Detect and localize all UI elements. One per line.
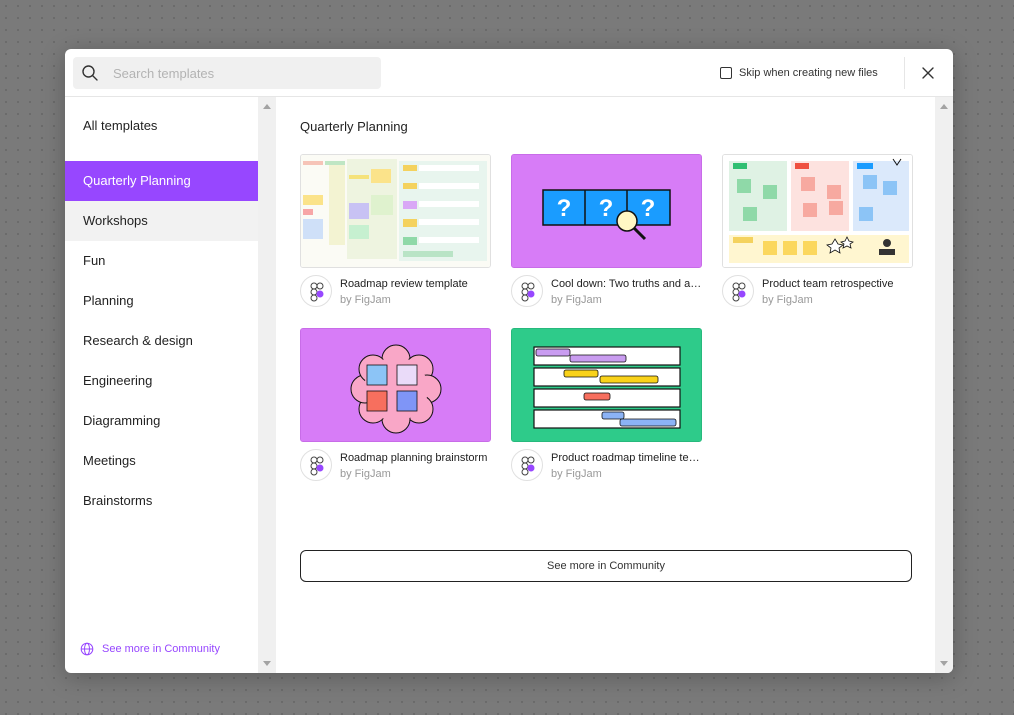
figjam-logo-icon	[511, 275, 543, 307]
figjam-logo-icon	[300, 275, 332, 307]
card-author: by FigJam	[551, 294, 602, 306]
retrospective-board-thumbnail	[722, 154, 913, 268]
see-more-community-button[interactable]: See more in Community	[300, 550, 912, 582]
category-sidebar: All templates Quarterly Planning Worksho…	[65, 97, 258, 673]
header-divider	[904, 57, 905, 89]
templates-main: Quarterly Planning Roadmap review templa…	[276, 97, 935, 673]
main-scrollbar[interactable]	[935, 97, 953, 673]
card-title: Roadmap review template	[340, 278, 468, 290]
scroll-down-arrow-icon[interactable]	[263, 661, 271, 666]
scroll-down-arrow-icon[interactable]	[940, 661, 948, 666]
figjam-logo-icon	[722, 275, 754, 307]
svg-text:?: ?	[641, 195, 656, 222]
template-card-two-truths[interactable]: ? ? ? Cool down: Two truths and a lie by…	[511, 154, 702, 307]
card-meta: Product roadmap timeline template by Fig…	[511, 449, 702, 483]
scroll-up-arrow-icon[interactable]	[940, 104, 948, 109]
sidebar-scrollbar[interactable]	[258, 97, 276, 673]
card-meta: Roadmap planning brainstorm by FigJam	[300, 449, 491, 483]
template-card-roadmap-brainstorm[interactable]: Roadmap planning brainstorm by FigJam	[300, 328, 491, 481]
scroll-up-arrow-icon[interactable]	[263, 104, 271, 109]
section-title: Quarterly Planning	[300, 119, 408, 134]
modal-header: Skip when creating new files	[65, 49, 953, 97]
search-input[interactable]	[113, 57, 373, 89]
search-box[interactable]	[73, 57, 381, 89]
card-meta: Roadmap review template by FigJam	[300, 275, 491, 309]
sidebar-item-meetings[interactable]: Meetings	[65, 441, 258, 481]
card-meta: Cool down: Two truths and a lie by FigJa…	[511, 275, 702, 309]
card-title: Cool down: Two truths and a lie	[551, 278, 702, 290]
sidebar-item-brainstorms[interactable]: Brainstorms	[65, 481, 258, 521]
sidebar-item-quarterly-planning[interactable]: Quarterly Planning	[65, 161, 258, 201]
sidebar-community-label: See more in Community	[102, 643, 220, 655]
skip-checkbox-label: Skip when creating new files	[739, 67, 878, 79]
sidebar-item-research-design[interactable]: Research & design	[65, 321, 258, 361]
card-meta: Product team retrospective by FigJam	[722, 275, 913, 309]
card-title: Product roadmap timeline template	[551, 452, 702, 464]
roadmap-review-thumbnail	[300, 154, 491, 268]
sidebar-item-engineering[interactable]: Engineering	[65, 361, 258, 401]
globe-icon	[80, 642, 94, 656]
figjam-logo-icon	[300, 449, 332, 481]
card-author: by FigJam	[340, 468, 391, 480]
sticky-notes-flower-thumbnail	[300, 328, 491, 442]
timeline-bars-thumbnail	[511, 328, 702, 442]
sidebar-list: Quarterly Planning Workshops Fun Plannin…	[65, 161, 258, 521]
template-card-product-retrospective[interactable]: Product team retrospective by FigJam	[722, 154, 913, 307]
skip-checkbox-row[interactable]: Skip when creating new files	[720, 66, 878, 80]
template-card-roadmap-timeline[interactable]: Product roadmap timeline template by Fig…	[511, 328, 702, 481]
svg-text:?: ?	[557, 195, 572, 222]
template-card-roadmap-review[interactable]: Roadmap review template by FigJam	[300, 154, 491, 307]
card-title: Roadmap planning brainstorm	[340, 452, 488, 464]
sidebar-item-diagramming[interactable]: Diagramming	[65, 401, 258, 441]
figjam-logo-icon	[511, 449, 543, 481]
sidebar-item-all-templates[interactable]: All templates	[83, 118, 157, 133]
card-title: Product team retrospective	[762, 278, 894, 290]
sidebar-community-link[interactable]: See more in Community	[80, 642, 220, 656]
card-author: by FigJam	[762, 294, 813, 306]
sidebar-item-workshops[interactable]: Workshops	[65, 201, 258, 241]
skip-checkbox[interactable]	[720, 67, 732, 79]
question-marks-thumbnail: ? ? ?	[511, 154, 702, 268]
close-icon[interactable]	[917, 62, 939, 84]
sidebar-item-fun[interactable]: Fun	[65, 241, 258, 281]
search-icon	[82, 65, 98, 81]
sidebar-item-planning[interactable]: Planning	[65, 281, 258, 321]
template-picker-modal: Skip when creating new files All templat…	[65, 49, 953, 673]
card-author: by FigJam	[340, 294, 391, 306]
card-author: by FigJam	[551, 468, 602, 480]
svg-text:?: ?	[599, 195, 614, 222]
